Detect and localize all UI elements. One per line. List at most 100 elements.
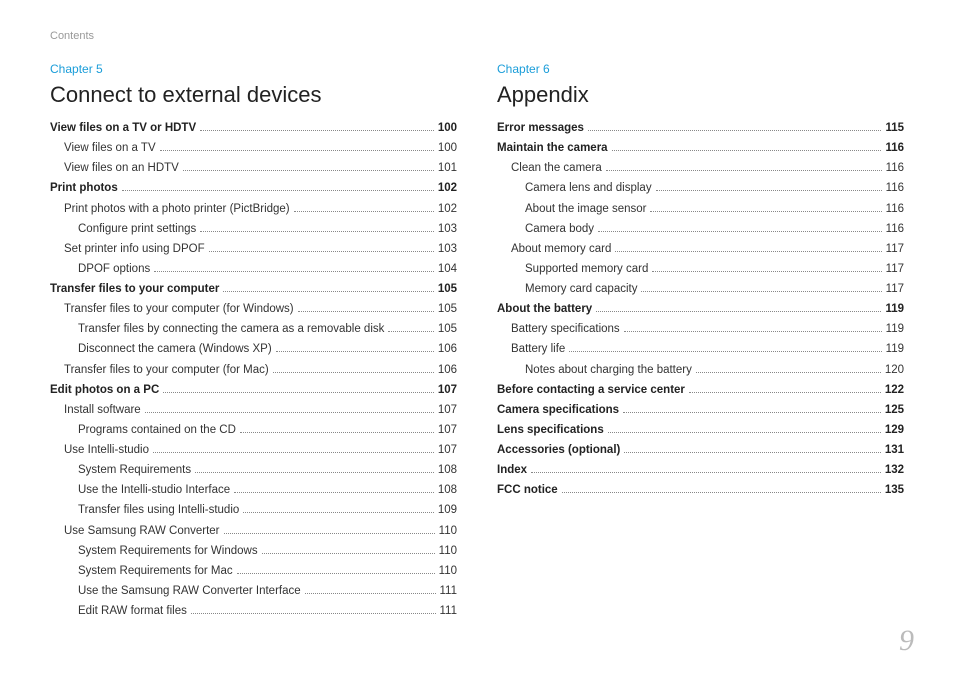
- toc-entry[interactable]: Camera lens and display116: [497, 178, 904, 198]
- toc-entry[interactable]: Notes about charging the battery120: [497, 360, 904, 380]
- toc-entry[interactable]: Battery life119: [497, 339, 904, 359]
- toc-entry[interactable]: FCC notice 135: [497, 480, 904, 500]
- toc-entry[interactable]: Supported memory card117: [497, 259, 904, 279]
- toc-entry[interactable]: Use Samsung RAW Converter110: [50, 521, 457, 541]
- toc-dots: [656, 190, 882, 191]
- chapter-label: Chapter 5: [50, 62, 457, 76]
- contents-header: Contents: [50, 30, 904, 42]
- toc-entry[interactable]: View files on an HDTV101: [50, 158, 457, 178]
- toc-entry-label: Set printer info using DPOF: [64, 239, 205, 259]
- toc-dots: [183, 170, 434, 171]
- toc-entry-page: 117: [886, 259, 904, 279]
- toc-dots: [200, 231, 434, 232]
- toc-dots: [588, 130, 881, 131]
- toc-dots: [562, 492, 881, 493]
- toc-dots: [624, 331, 882, 332]
- toc-entry-page: 108: [438, 480, 457, 500]
- toc-entry[interactable]: Set printer info using DPOF 103: [50, 239, 457, 259]
- toc-entry[interactable]: Transfer files to your computer (for Win…: [50, 299, 457, 319]
- toc-entry-page: 116: [886, 178, 904, 198]
- toc-entry-label: DPOF options: [78, 259, 150, 279]
- toc-entry-page: 115: [885, 118, 904, 138]
- toc-dots: [240, 432, 434, 433]
- toc-entry[interactable]: Camera specifications 125: [497, 400, 904, 420]
- toc-entry[interactable]: Disconnect the camera (Windows XP)106: [50, 339, 457, 359]
- toc-entry-page: 131: [885, 440, 904, 460]
- toc-entry-page: 120: [885, 360, 904, 380]
- toc-dots: [145, 412, 434, 413]
- toc-dots: [298, 311, 434, 312]
- toc-entry[interactable]: Lens specifications129: [497, 420, 904, 440]
- chapter-title: Connect to external devices: [50, 82, 457, 108]
- toc-dots: [160, 150, 434, 151]
- toc-dots: [294, 211, 434, 212]
- toc-entry-page: 119: [886, 339, 904, 359]
- toc-entry[interactable]: Clean the camera116: [497, 158, 904, 178]
- toc-entry[interactable]: Transfer files using Intelli-studio109: [50, 500, 457, 520]
- toc-entry[interactable]: Accessories (optional)131: [497, 440, 904, 460]
- toc-entry[interactable]: Index 132: [497, 460, 904, 480]
- toc-entry[interactable]: System Requirements108: [50, 460, 457, 480]
- toc-entry[interactable]: View files on a TV or HDTV100: [50, 118, 457, 138]
- toc-entry-page: 107: [438, 380, 457, 400]
- toc-entry[interactable]: System Requirements for Mac110: [50, 561, 457, 581]
- toc-entry[interactable]: View files on a TV100: [50, 138, 457, 158]
- toc-entry-page: 103: [438, 239, 457, 259]
- toc-entry-page: 105: [438, 279, 457, 299]
- toc-dots: [305, 593, 436, 594]
- toc-entry-label: Index: [497, 460, 527, 480]
- toc-dots: [388, 331, 433, 332]
- toc-entry-page: 105: [438, 319, 457, 339]
- toc-entry-label: View files on an HDTV: [64, 158, 179, 178]
- toc-entry[interactable]: DPOF options104: [50, 259, 457, 279]
- toc-entry[interactable]: Transfer files by connecting the camera …: [50, 319, 457, 339]
- toc-dots: [262, 553, 435, 554]
- toc-dots: [224, 533, 435, 534]
- toc-entry[interactable]: Battery specifications119: [497, 319, 904, 339]
- toc-dots: [195, 472, 434, 473]
- toc-entry[interactable]: Maintain the camera116: [497, 138, 904, 158]
- toc-entry[interactable]: System Requirements for Windows110: [50, 541, 457, 561]
- toc-entry[interactable]: Programs contained on the CD107: [50, 420, 457, 440]
- toc-entry-label: System Requirements for Windows: [78, 541, 258, 561]
- chapter-label: Chapter 6: [497, 62, 904, 76]
- toc-entry[interactable]: Use the Intelli-studio Interface108: [50, 480, 457, 500]
- toc-entry-page: 135: [885, 480, 904, 500]
- toc-entry[interactable]: Use Intelli-studio107: [50, 440, 457, 460]
- toc-entry[interactable]: Error messages115: [497, 118, 904, 138]
- toc-dots: [596, 311, 881, 312]
- toc-entry-page: 125: [885, 400, 904, 420]
- toc-entry[interactable]: Edit RAW format files111: [50, 601, 457, 621]
- toc-entry[interactable]: Use the Samsung RAW Converter Interface 1…: [50, 581, 457, 601]
- toc-entry-page: 117: [886, 239, 904, 259]
- toc-list: View files on a TV or HDTV100View files …: [50, 118, 457, 621]
- toc-entry-label: Use the Samsung RAW Converter Interface: [78, 581, 301, 601]
- toc-columns: Chapter 5 Connect to external devices Vi…: [50, 62, 904, 621]
- toc-entry[interactable]: Transfer files to your computer105: [50, 279, 457, 299]
- toc-entry-label: Before contacting a service center: [497, 380, 685, 400]
- toc-entry-label: About the battery: [497, 299, 592, 319]
- toc-entry-label: Use Intelli-studio: [64, 440, 149, 460]
- toc-entry[interactable]: Install software107: [50, 400, 457, 420]
- toc-entry-label: Disconnect the camera (Windows XP): [78, 339, 272, 359]
- toc-entry[interactable]: Print photos102: [50, 178, 457, 198]
- toc-entry-label: Camera specifications: [497, 400, 619, 420]
- toc-entry[interactable]: About memory card117: [497, 239, 904, 259]
- toc-entry[interactable]: About the battery119: [497, 299, 904, 319]
- toc-entry-label: FCC notice: [497, 480, 558, 500]
- toc-entry[interactable]: Configure print settings103: [50, 219, 457, 239]
- toc-entry[interactable]: About the image sensor116: [497, 199, 904, 219]
- toc-dots: [615, 251, 881, 252]
- toc-entry[interactable]: Edit photos on a PC107: [50, 380, 457, 400]
- toc-entry[interactable]: Print photos with a photo printer (PictB…: [50, 199, 457, 219]
- toc-dots: [237, 573, 435, 574]
- toc-entry-page: 132: [885, 460, 904, 480]
- toc-entry-page: 122: [885, 380, 904, 400]
- toc-entry[interactable]: Transfer files to your computer (for Mac…: [50, 360, 457, 380]
- toc-entry-label: View files on a TV or HDTV: [50, 118, 196, 138]
- toc-entry-page: 111: [440, 581, 457, 601]
- toc-entry[interactable]: Memory card capacity117: [497, 279, 904, 299]
- toc-column-left: Chapter 5 Connect to external devices Vi…: [50, 62, 457, 621]
- toc-entry[interactable]: Before contacting a service center 122: [497, 380, 904, 400]
- toc-entry[interactable]: Camera body116: [497, 219, 904, 239]
